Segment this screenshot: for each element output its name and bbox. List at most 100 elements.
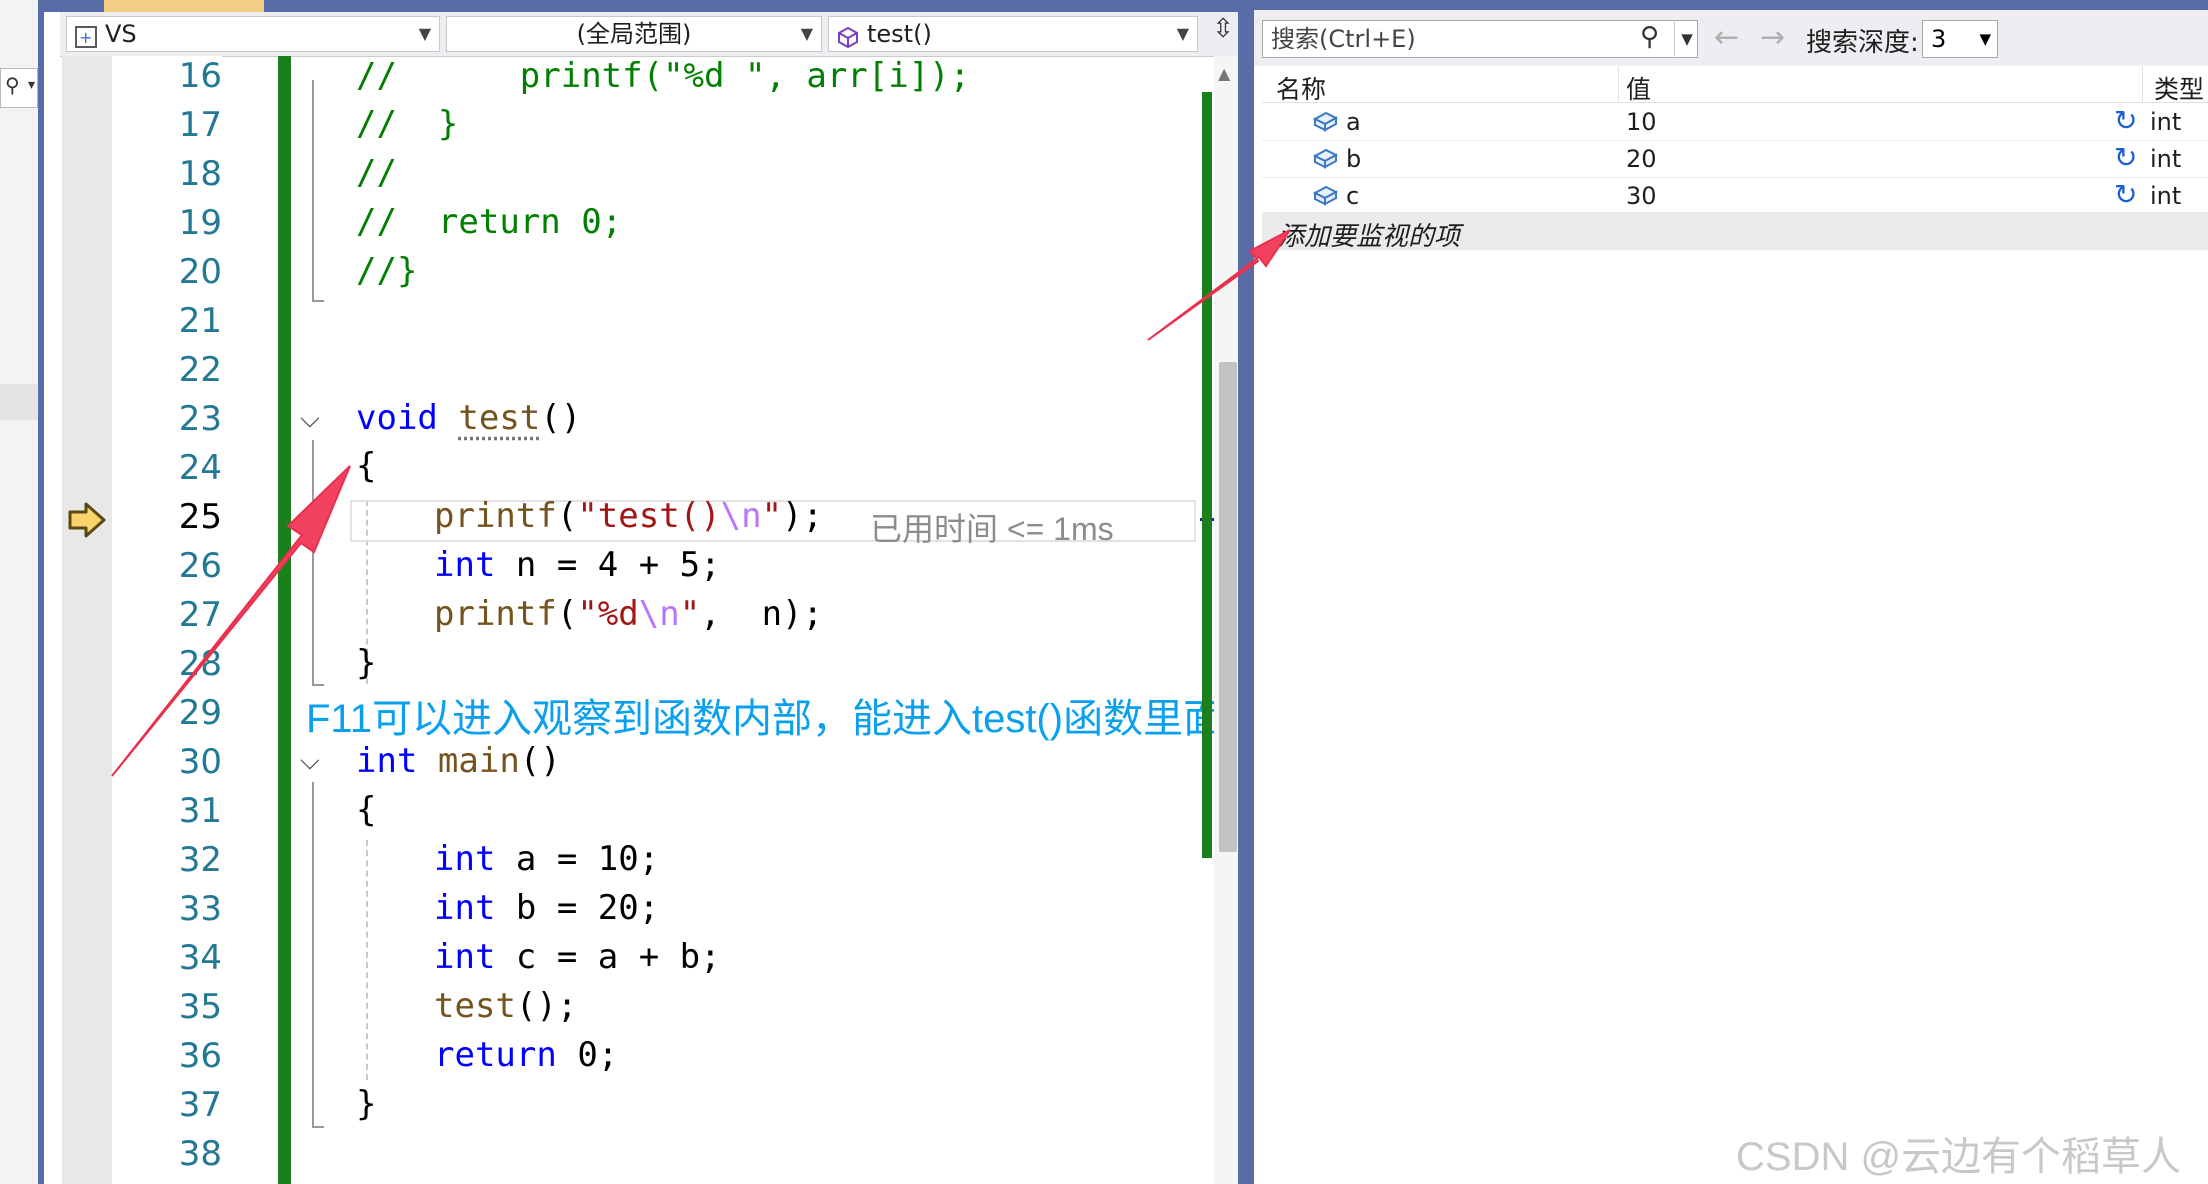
line-number: 26 xyxy=(178,546,222,586)
chevron-down-icon: ▼ xyxy=(1176,24,1189,43)
project-dropdown[interactable]: + VS ▼ xyxy=(66,16,440,52)
line-number: 30 xyxy=(178,742,222,782)
watch-value[interactable]: 30 xyxy=(1626,182,1657,210)
panel-divider[interactable] xyxy=(1238,0,1254,1184)
svg-text:+: + xyxy=(79,28,92,47)
execution-pointer-icon xyxy=(68,502,106,538)
line-number: 21 xyxy=(178,301,222,341)
refresh-icon[interactable]: ↻ xyxy=(2114,141,2137,174)
line-number: 19 xyxy=(178,203,222,243)
code-line-32[interactable]: int a = 10; xyxy=(434,839,659,879)
scope-label: (全局范围) xyxy=(576,20,692,48)
refresh-icon[interactable]: ↻ xyxy=(2114,178,2137,211)
line-number: 36 xyxy=(178,1036,222,1076)
scrollbar-thumb[interactable] xyxy=(1219,362,1237,852)
code-editor[interactable] xyxy=(44,0,1244,1184)
line-number: 22 xyxy=(178,350,222,390)
column-divider[interactable] xyxy=(2142,66,2143,102)
watch-value[interactable]: 20 xyxy=(1626,145,1657,173)
refresh-icon[interactable]: ↻ xyxy=(2114,104,2137,137)
member-name: test() xyxy=(867,20,932,48)
watch-row[interactable]: b 20 ↻ int xyxy=(1262,141,2208,178)
code-line-35[interactable]: test(); xyxy=(434,986,577,1026)
watch-search-input[interactable]: 搜索(Ctrl+E) xyxy=(1262,20,1698,58)
editor-tab-strip xyxy=(44,0,1244,12)
add-watch-item[interactable]: 添加要监视的项 xyxy=(1262,212,2208,252)
left-panel-combo[interactable]: ⚲ ▾ xyxy=(0,68,38,108)
code-line-33[interactable]: int b = 20; xyxy=(434,888,659,928)
function-outline-test xyxy=(312,440,324,686)
function-outline-main xyxy=(312,782,324,1128)
current-line-number: 25 xyxy=(178,497,222,537)
watch-type: int xyxy=(2150,145,2182,173)
line-number: 37 xyxy=(178,1085,222,1125)
editor-navigation-bar: + VS ▼ (全局范围) ▼ test() ▼ xyxy=(60,12,1244,57)
code-line-18[interactable]: // xyxy=(356,153,397,193)
code-line-30[interactable]: int main() xyxy=(356,741,561,781)
left-panel-selection-band xyxy=(0,384,38,420)
code-line-25[interactable]: printf("test()\n"); xyxy=(434,496,823,536)
line-number: 24 xyxy=(178,448,222,488)
line-number: 27 xyxy=(178,595,222,635)
chevron-down-icon: ▼ xyxy=(418,24,431,43)
watch-row[interactable]: c 30 ↻ int xyxy=(1262,178,2208,215)
active-document-tab[interactable] xyxy=(104,0,264,12)
code-line-36[interactable]: return 0; xyxy=(434,1035,618,1075)
split-editor-icon[interactable]: ⇳ xyxy=(1206,14,1240,50)
code-line-19[interactable]: // return 0; xyxy=(356,202,622,242)
search-options-dropdown[interactable]: ▼ xyxy=(1674,20,1699,58)
column-header-name[interactable]: 名称 xyxy=(1276,70,1326,106)
code-line-26[interactable]: int n = 4 + 5; xyxy=(434,545,721,585)
search-icon: ⚲ xyxy=(5,73,20,97)
code-line-17[interactable]: // } xyxy=(356,104,458,144)
line-number: 28 xyxy=(178,644,222,684)
performance-tip[interactable]: 已用时间 <= 1ms xyxy=(870,504,1114,550)
line-number: 38 xyxy=(178,1134,222,1174)
watch-name: b xyxy=(1346,145,1362,173)
line-number-gutter: 16 17 18 19 20 21 22 23 24 25 26 27 28 29 30 31 32 33 34 35… xyxy=(112,56,222,1184)
scope-dropdown[interactable]: (全局范围) ▼ xyxy=(446,16,822,52)
chevron-down-icon: ▾ xyxy=(27,77,35,93)
line-number: 32 xyxy=(178,840,222,880)
search-depth-label: 搜索深度: xyxy=(1806,28,1919,58)
code-line-37[interactable]: } xyxy=(356,1084,376,1124)
code-line-20[interactable]: //} xyxy=(356,251,417,291)
collapse-chevron-icon[interactable]: ⌵ xyxy=(300,746,320,777)
line-number: 34 xyxy=(178,938,222,978)
column-header-type[interactable]: 类型 xyxy=(2154,70,2204,106)
line-number: 23 xyxy=(178,399,222,439)
code-line-34[interactable]: int c = a + b; xyxy=(434,937,721,977)
code-line-16[interactable]: // printf("%d ", arr[i]); xyxy=(356,56,970,96)
variable-icon xyxy=(1312,148,1338,169)
watch-row[interactable]: a 10 ↻ int xyxy=(1262,104,2208,141)
column-header-value[interactable]: 值 xyxy=(1626,70,1651,106)
code-line-23[interactable]: void test() xyxy=(356,398,581,438)
line-number: 31 xyxy=(178,791,222,831)
line-number: 16 xyxy=(178,56,222,96)
watch-value[interactable]: 10 xyxy=(1626,108,1657,136)
variable-icon xyxy=(1312,185,1338,206)
scroll-up-icon[interactable]: ▲ xyxy=(1218,64,1230,83)
member-dropdown[interactable]: test() ▼ xyxy=(828,16,1198,52)
search-icon[interactable]: ⚲ xyxy=(1640,22,1659,52)
search-depth-dropdown[interactable]: 3 ▼ xyxy=(1922,20,1998,58)
code-line-31[interactable]: { xyxy=(356,790,376,830)
line-number: 29 xyxy=(178,693,222,733)
code-line-28[interactable]: } xyxy=(356,643,376,683)
change-tracking-bar xyxy=(278,56,291,1184)
watch-type: int xyxy=(2150,108,2182,136)
forward-arrow-icon[interactable]: → xyxy=(1760,20,1785,55)
watch-title-bar xyxy=(1254,0,2208,10)
column-divider[interactable] xyxy=(1618,66,1619,102)
watch-column-header: 名称 值 类型 xyxy=(1262,66,2208,106)
variable-icon xyxy=(1312,111,1338,132)
watermark: CSDN @云边有个稻草人 xyxy=(1736,1135,2182,1179)
collapse-chevron-icon[interactable]: ⌵ xyxy=(300,404,320,435)
code-line-27[interactable]: printf("%d\n", n); xyxy=(434,594,823,634)
line-number: 35 xyxy=(178,987,222,1027)
glyph-margin[interactable] xyxy=(62,56,112,1184)
annotation-text: F11可以进入观察到函数内部，能进入test()函数里面 xyxy=(306,697,1224,741)
code-line-24[interactable]: { xyxy=(356,446,376,486)
back-arrow-icon[interactable]: ← xyxy=(1714,20,1739,55)
watch-type: int xyxy=(2150,182,2182,210)
